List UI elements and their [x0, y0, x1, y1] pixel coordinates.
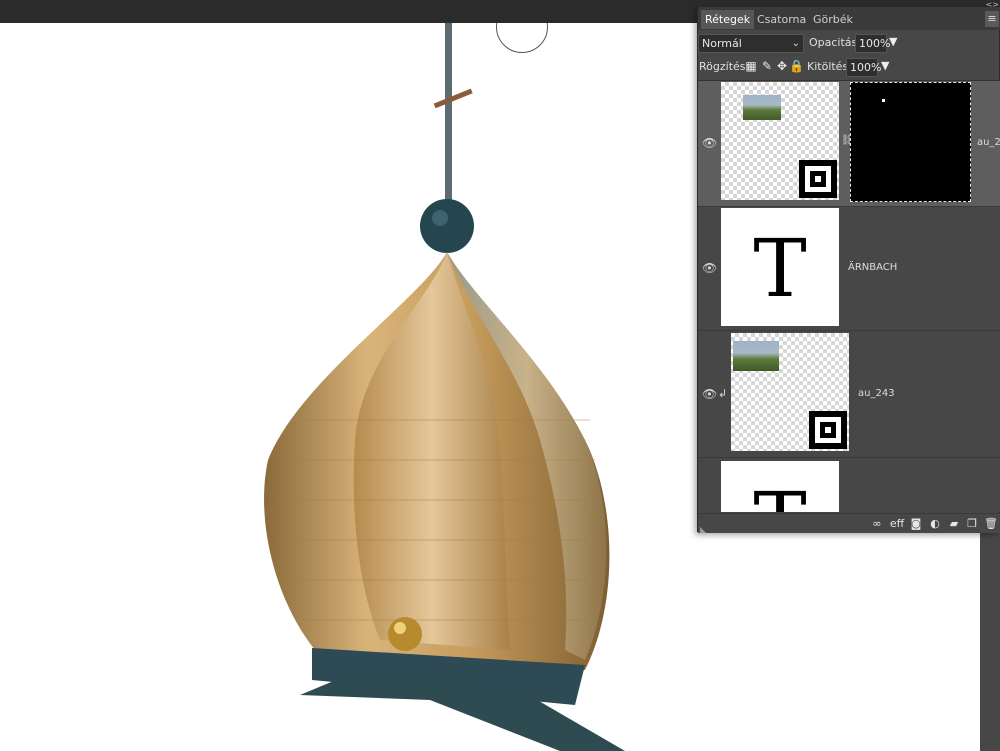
- opacity-dropdown-icon[interactable]: ▼: [889, 35, 897, 48]
- lock-label: Rögzítés:: [699, 60, 750, 73]
- blend-opacity-row: Normál ⌄ Opacitás: 100% ▼: [698, 32, 1000, 54]
- layer-mask-thumbnail[interactable]: [850, 82, 971, 202]
- smart-object-icon: [809, 411, 847, 449]
- lock-fill-row: Rögzítés: ▦ ✎ ✥ 🔒 Kitöltés: 100% ▼: [698, 56, 1000, 78]
- clipping-arrow-icon: ↲: [718, 387, 728, 400]
- opacity-field[interactable]: 100%: [855, 34, 890, 53]
- text-layer-thumbnail: T: [721, 208, 839, 326]
- layers-bottom-toolbar: ◣ ∞ eff ◙ ◐ ▰ ❐ 🗑: [698, 513, 1000, 534]
- text-layer-glyph: T: [721, 475, 839, 512]
- lock-brush-icon[interactable]: ✎: [760, 59, 774, 73]
- photo-preview: [743, 95, 781, 120]
- fill-dropdown-icon[interactable]: ▼: [881, 59, 889, 72]
- effects-icon[interactable]: eff: [888, 517, 906, 531]
- mask-icon[interactable]: ◙: [909, 517, 923, 531]
- text-layer-thumbnail: T: [721, 461, 839, 512]
- eye-icon[interactable]: 👁: [702, 261, 717, 275]
- tab-curves[interactable]: Görbék: [809, 10, 857, 29]
- collapse-icon[interactable]: <>: [986, 0, 999, 9]
- opacity-label: Opacitás:: [809, 36, 861, 49]
- blend-mode-select[interactable]: Normál ⌄: [698, 34, 804, 53]
- mask-spot: [882, 99, 885, 102]
- layer-row-au243[interactable]: 👁 ↲ au_243: [698, 331, 1000, 458]
- layer-row-au24[interactable]: 👁 ⛓ au_24: [698, 81, 1000, 207]
- blend-mode-value: Normál: [702, 37, 742, 50]
- panel-menu-icon[interactable]: ≡: [985, 11, 999, 27]
- layer-name: ÄRNBACH: [848, 262, 898, 273]
- photo-preview: [733, 341, 779, 371]
- tab-layers[interactable]: Rétegek: [701, 10, 755, 29]
- layer-thumbnail: [721, 82, 839, 200]
- fill-field[interactable]: 100%: [846, 58, 881, 77]
- layers-list: 👁 ⛓ au_24 👁 T ÄRNBACH: [698, 80, 1000, 512]
- lock-move-icon[interactable]: ✥: [775, 59, 789, 73]
- layer-thumbnail: [731, 333, 849, 451]
- photo-editor-window: Rétegek Csatorna Görbék <> ≡ Normál ⌄ Op…: [0, 0, 1000, 751]
- layer-row-arnbach[interactable]: 👁 T ÄRNBACH: [698, 207, 1000, 331]
- lock-all-icon[interactable]: 🔒: [789, 59, 804, 73]
- smart-object-icon: [799, 160, 837, 198]
- layer-name: au_243: [858, 388, 895, 399]
- link-icon[interactable]: ∞: [870, 517, 884, 531]
- resize-grip-icon[interactable]: ◣: [700, 525, 706, 534]
- text-layer-glyph: T: [753, 222, 807, 315]
- layers-panel: Rétegek Csatorna Görbék <> ≡ Normál ⌄ Op…: [697, 0, 1000, 534]
- eye-icon[interactable]: 👁: [702, 387, 717, 401]
- trash-icon[interactable]: 🗑: [984, 517, 998, 531]
- eye-icon[interactable]: 👁: [702, 136, 717, 150]
- layer-name: au_24: [977, 137, 1000, 148]
- layer-row-text[interactable]: T: [698, 458, 1000, 512]
- chevron-down-icon: ⌄: [791, 38, 800, 49]
- panel-tab-bar: Rétegek Csatorna Görbék <> ≡: [698, 0, 1000, 30]
- lock-transparency-icon[interactable]: ▦: [744, 59, 758, 73]
- folder-icon[interactable]: ▰: [947, 517, 961, 531]
- tab-channels[interactable]: Csatorna: [753, 10, 810, 29]
- adjustment-icon[interactable]: ◐: [928, 517, 942, 531]
- new-layer-icon[interactable]: ❐: [965, 517, 979, 531]
